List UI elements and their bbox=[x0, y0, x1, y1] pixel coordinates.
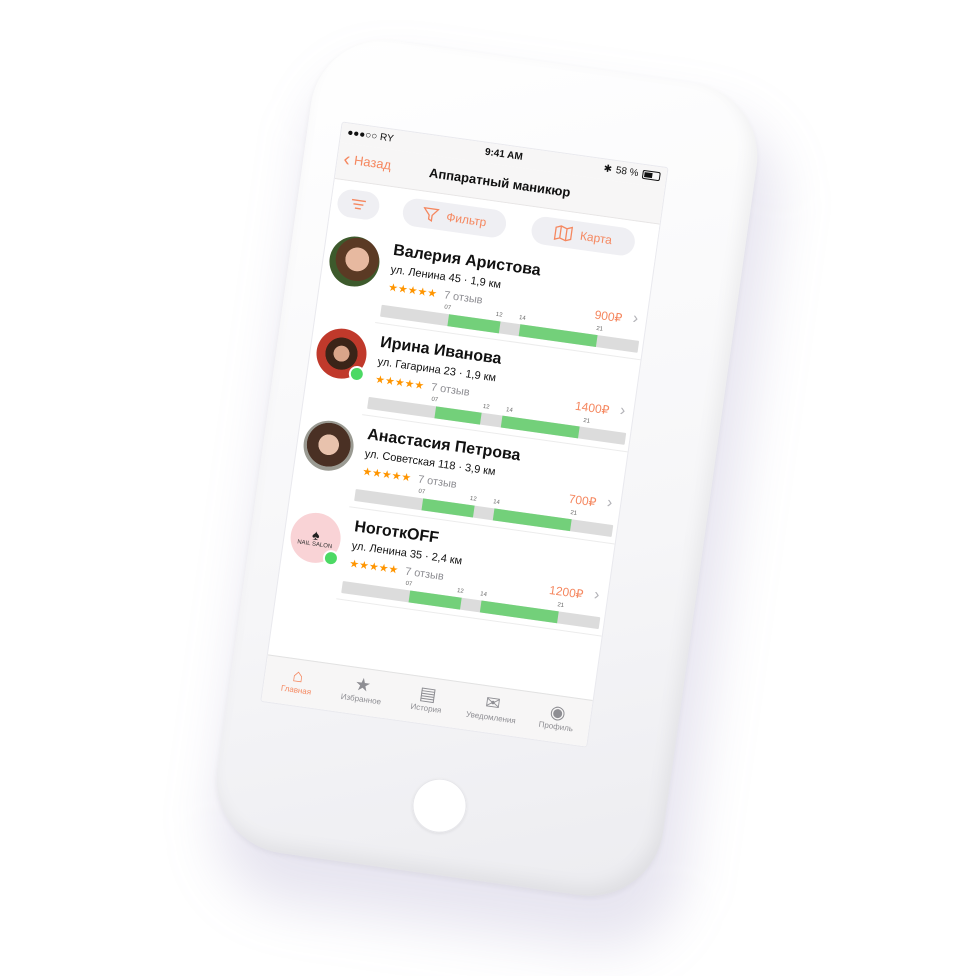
price: 1200₽ bbox=[548, 582, 585, 602]
rating-stars: ★★★★★ bbox=[361, 465, 412, 485]
available-slot bbox=[519, 324, 598, 348]
time-tick: 12 bbox=[456, 588, 465, 595]
sort-button[interactable] bbox=[335, 187, 382, 222]
battery-icon bbox=[641, 169, 661, 182]
time-tick: 21 bbox=[569, 510, 578, 517]
time-tick: 12 bbox=[495, 311, 503, 319]
tab-home[interactable]: ⌂ Главная bbox=[261, 655, 332, 710]
time-tick: 14 bbox=[518, 315, 527, 322]
avatar bbox=[326, 233, 383, 290]
rating-stars: ★★★★★ bbox=[387, 281, 438, 301]
tab-history[interactable]: ▤ История bbox=[391, 674, 462, 729]
time-tick: 12 bbox=[469, 495, 477, 503]
funnel-icon bbox=[423, 206, 440, 222]
time-tick: 12 bbox=[482, 403, 490, 411]
sort-icon bbox=[351, 198, 367, 210]
battery-percent: 58 % bbox=[615, 165, 640, 180]
bluetooth-icon: ✱ bbox=[602, 163, 613, 176]
status-right: ✱ 58 % bbox=[603, 163, 661, 182]
reviews-count: 7 отзыв bbox=[443, 289, 484, 307]
time-tick: 07 bbox=[405, 580, 413, 588]
tab-notifications[interactable]: ✉ Уведомления bbox=[456, 683, 527, 738]
tab-profile[interactable]: ◉ Профиль bbox=[521, 692, 592, 747]
time-tick: 07 bbox=[418, 488, 426, 496]
time-tick: 21 bbox=[582, 417, 591, 425]
chevron-right-icon: › bbox=[605, 494, 614, 512]
time-tick: 14 bbox=[492, 499, 501, 507]
map-label: Карта bbox=[579, 228, 613, 248]
available-slot bbox=[408, 590, 462, 610]
rating-stars: ★★★★★ bbox=[374, 373, 425, 393]
available-slot bbox=[434, 406, 483, 425]
available-slot bbox=[500, 415, 580, 439]
salon-logo: ♠ NAIL SALON bbox=[287, 509, 344, 568]
chevron-right-icon: › bbox=[631, 309, 640, 328]
reviews-count: 7 отзыв bbox=[404, 565, 445, 583]
available-slot bbox=[480, 600, 560, 624]
time-tick: 14 bbox=[479, 591, 488, 599]
available-slot bbox=[493, 508, 573, 532]
logo-text: NAIL SALON bbox=[296, 539, 333, 551]
price: 700₽ bbox=[567, 491, 598, 510]
time-tick: 14 bbox=[505, 407, 514, 414]
rating-stars: ★★★★★ bbox=[348, 557, 399, 577]
online-indicator bbox=[347, 364, 366, 384]
chevron-right-icon: › bbox=[592, 586, 601, 604]
map-button[interactable]: Карта bbox=[529, 215, 637, 258]
home-button[interactable] bbox=[409, 775, 471, 837]
nail-polish-icon: ♠ bbox=[311, 526, 321, 544]
map-icon bbox=[553, 225, 574, 242]
app-screen: ●●●○○ RY 9:41 AM ✱ 58 % ‹ Назад Аппаратн… bbox=[261, 122, 668, 747]
time-tick: 07 bbox=[443, 304, 452, 312]
tab-favorites[interactable]: ★ Избранное bbox=[326, 664, 397, 719]
time-tick: 07 bbox=[430, 396, 439, 404]
chevron-right-icon: › bbox=[618, 402, 627, 420]
time-tick: 21 bbox=[595, 325, 604, 333]
filter-button[interactable]: Фильтр bbox=[401, 196, 508, 240]
avatar bbox=[300, 417, 357, 474]
filter-label: Фильтр bbox=[445, 209, 488, 230]
time-tick: 21 bbox=[556, 602, 565, 610]
available-slot bbox=[446, 314, 501, 334]
reviews-count: 7 отзыв bbox=[430, 381, 471, 399]
available-slot bbox=[421, 498, 475, 518]
price: 900₽ bbox=[593, 307, 624, 326]
online-indicator bbox=[321, 549, 340, 568]
price: 1400₽ bbox=[574, 398, 611, 418]
avatar bbox=[313, 325, 370, 384]
reviews-count: 7 отзыв bbox=[417, 473, 458, 491]
tab-bar: ⌂ Главная ★ Избранное ▤ История ✉ Уведом… bbox=[261, 654, 593, 747]
